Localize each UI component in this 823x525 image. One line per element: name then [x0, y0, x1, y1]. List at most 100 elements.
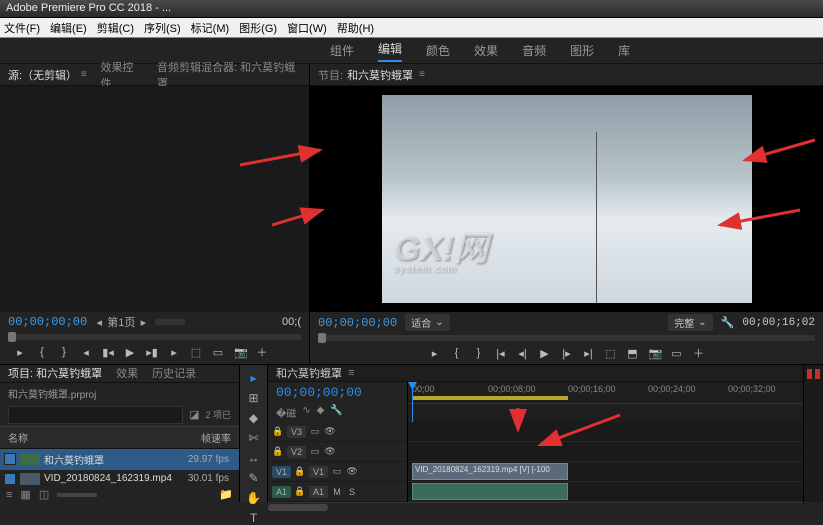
eye-icon[interactable]: 👁 [346, 466, 358, 477]
type-tool-icon[interactable]: T [245, 511, 263, 525]
program-scrubber[interactable] [318, 335, 815, 341]
checkbox-icon[interactable] [4, 453, 16, 465]
program-resolution-dropdown[interactable]: 完整 ⌄ [668, 314, 712, 331]
freeform-view-icon[interactable]: ◫ [39, 488, 49, 501]
effects-tab[interactable]: 效果 [116, 365, 138, 381]
step-fwd-icon[interactable]: |▸ [561, 347, 573, 360]
snap-icon[interactable]: �磁 [276, 405, 296, 420]
lock-icon[interactable]: 🔒 [294, 466, 306, 477]
pen-tool-icon[interactable]: ✎ [245, 471, 263, 485]
program-monitor[interactable]: GX!网 system.com [310, 86, 823, 312]
insert-icon[interactable]: ⬚ [190, 346, 202, 359]
timeline-title[interactable]: 和六莫钓蛾罩 [276, 365, 342, 381]
menu-clip[interactable]: 剪辑(C) [97, 20, 134, 36]
mark-in-icon[interactable]: ▸ [429, 347, 441, 360]
history-tab[interactable]: 历史记录 [152, 365, 196, 381]
page-prev-icon[interactable]: ◂ [93, 316, 105, 329]
track-header-v3[interactable]: 🔒V3▭👁 [268, 422, 407, 442]
page-slider[interactable] [155, 319, 185, 325]
timeline-timecode[interactable]: 00;00;00;00 [268, 382, 407, 403]
menu-help[interactable]: 帮助(H) [337, 20, 374, 36]
workspace-graphics[interactable]: 图形 [570, 42, 594, 59]
source-tab-noclip[interactable]: 源:（无剪辑） [8, 67, 75, 83]
workspace-effects[interactable]: 效果 [474, 42, 498, 59]
mute-icon[interactable]: M [331, 487, 343, 497]
workspace-color[interactable]: 颜色 [426, 42, 450, 59]
menu-edit[interactable]: 编辑(E) [50, 20, 87, 36]
settings-icon[interactable]: 🔧 [721, 316, 735, 329]
track-header-v2[interactable]: 🔒V2▭👁 [268, 442, 407, 462]
track-v1[interactable]: VID_20180824_162319.mp4 [V] [-100 [408, 462, 803, 482]
step-back-icon[interactable]: ◂| [517, 347, 529, 360]
filter-icon[interactable]: ◪ [189, 408, 199, 421]
bracket-out-icon[interactable]: } [473, 347, 485, 359]
linked-selection-icon[interactable]: ∿ [302, 405, 310, 420]
toggle-output-icon[interactable]: ▭ [309, 426, 321, 437]
menu-file[interactable]: 文件(F) [4, 20, 40, 36]
razor-tool-icon[interactable]: ✄ [245, 431, 263, 445]
column-name[interactable]: 名称 [0, 427, 181, 448]
timeline-scrollbar[interactable] [268, 502, 803, 503]
timeline-menu-icon[interactable]: ≡ [348, 367, 354, 379]
project-search-input[interactable] [8, 406, 183, 424]
settings-icon[interactable]: 🔧 [330, 405, 342, 420]
lock-icon[interactable]: 🔒 [294, 486, 306, 497]
toggle-output-icon[interactable]: ▭ [309, 446, 321, 457]
step-fwd-icon[interactable]: ▸▮ [146, 346, 158, 359]
menu-window[interactable]: 窗口(W) [287, 20, 327, 36]
hand-tool-icon[interactable]: ✋ [245, 491, 263, 505]
icon-view-icon[interactable]: ▦ [20, 488, 30, 501]
eye-icon[interactable]: 👁 [324, 446, 336, 457]
workspace-editing[interactable]: 编辑 [378, 40, 402, 62]
timeline-tracks[interactable]: VID_20180824_162319.mp4 [V] [-100 [408, 422, 803, 502]
goto-in-icon[interactable]: |◂ [495, 347, 507, 360]
list-view-icon[interactable]: ≡ [6, 489, 12, 501]
menu-graphics[interactable]: 图形(G) [239, 20, 277, 36]
export-frame-icon[interactable]: 📷 [234, 346, 246, 359]
bracket-in-icon[interactable]: { [36, 346, 48, 358]
track-v2[interactable] [408, 442, 803, 462]
project-row[interactable]: 和六莫钓蛾罩 29.97 fps [0, 449, 239, 470]
program-menu-icon[interactable]: ≡ [419, 69, 425, 80]
close-icon[interactable]: ≡ [81, 69, 87, 80]
overwrite-icon[interactable]: ▭ [212, 346, 224, 359]
plus-icon[interactable]: ＋ [693, 345, 705, 361]
track-select-tool-icon[interactable]: ⊞ [245, 391, 263, 405]
solo-icon[interactable]: S [346, 487, 358, 497]
lift-icon[interactable]: ⬚ [605, 347, 617, 360]
workspace-assembly[interactable]: 组件 [330, 42, 354, 59]
timeline-ruler[interactable]: 00;00 00;00;08;00 00;00;16;00 00;00;24;0… [408, 382, 803, 404]
program-fit-dropdown[interactable]: 适合 ⌄ [405, 314, 449, 331]
marker-icon[interactable]: ◆ [317, 405, 325, 420]
menu-sequence[interactable]: 序列(S) [144, 20, 181, 36]
program-timecode[interactable]: 00;00;00;00 [318, 316, 397, 330]
slip-tool-icon[interactable]: ↔ [245, 451, 263, 465]
lock-icon[interactable]: 🔒 [272, 426, 284, 437]
source-monitor[interactable] [0, 86, 309, 312]
play-icon[interactable]: ▶ [539, 347, 551, 360]
step-back-icon[interactable]: ▮◂ [102, 346, 114, 359]
program-tab[interactable]: 和六莫钓蛾罩 [347, 67, 413, 83]
goto-out-icon[interactable]: ▸ [168, 346, 180, 359]
ripple-tool-icon[interactable]: ◆ [245, 411, 263, 425]
extract-icon[interactable]: ⬒ [627, 347, 639, 360]
video-clip[interactable]: VID_20180824_162319.mp4 [V] [-100 [412, 463, 568, 480]
new-bin-icon[interactable]: 📁 [219, 488, 233, 501]
track-header-a1[interactable]: A1🔒A1MS [268, 482, 407, 502]
compare-icon[interactable]: ▭ [671, 347, 683, 360]
export-frame-icon[interactable]: 📷 [649, 347, 661, 360]
goto-in-icon[interactable]: ◂ [80, 346, 92, 359]
bracket-in-icon[interactable]: { [451, 347, 463, 359]
page-next-icon[interactable]: ▸ [137, 316, 149, 329]
selection-tool-icon[interactable]: ▸ [245, 371, 263, 385]
play-icon[interactable]: ▶ [124, 346, 136, 359]
menu-marker[interactable]: 标记(M) [191, 20, 230, 36]
zoom-slider[interactable] [57, 493, 97, 497]
project-tab[interactable]: 项目: 和六莫钓蛾罩 [8, 365, 102, 381]
track-a1[interactable] [408, 482, 803, 502]
bracket-out-icon[interactable]: } [58, 346, 70, 358]
source-scrubber[interactable] [8, 334, 301, 340]
workspace-library[interactable]: 库 [618, 42, 630, 59]
workspace-audio[interactable]: 音频 [522, 42, 546, 59]
toggle-output-icon[interactable]: ▭ [331, 466, 343, 477]
